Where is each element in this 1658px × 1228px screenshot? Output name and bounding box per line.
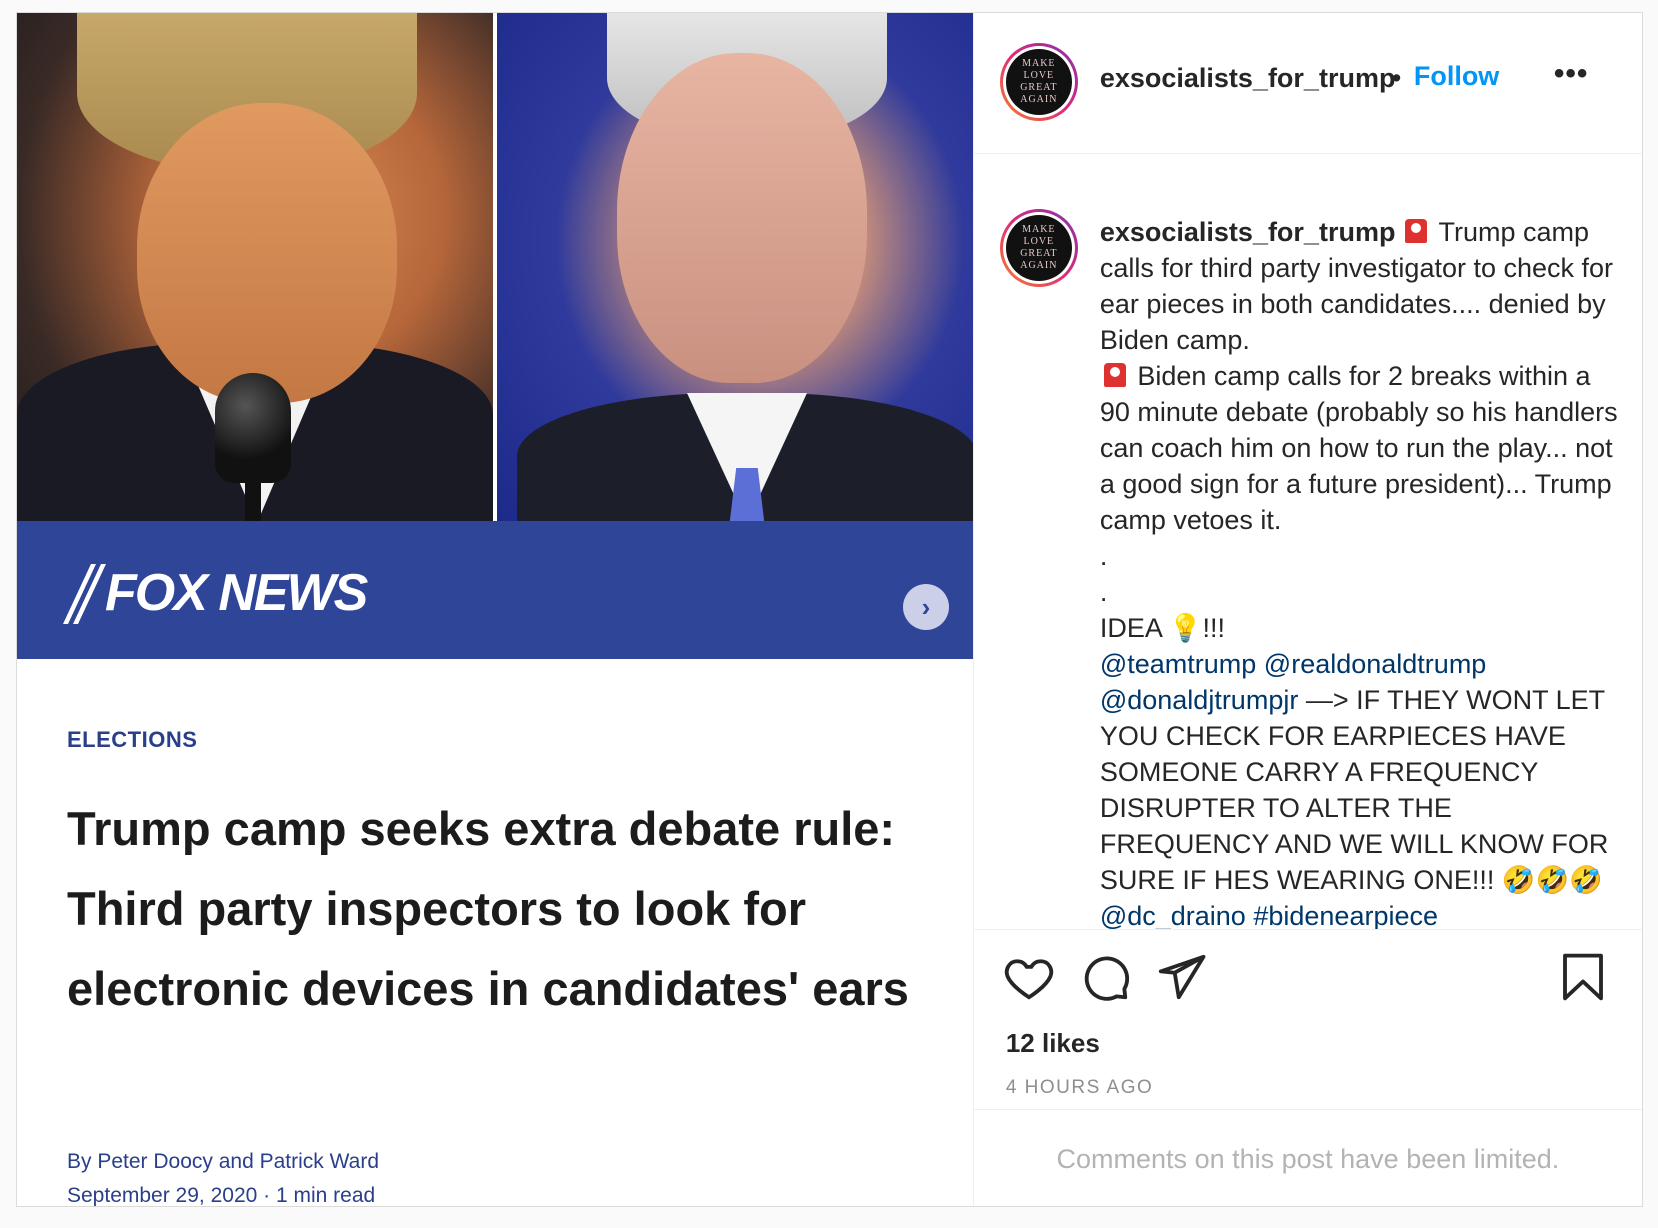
brand-text: FOX NEWS	[105, 564, 368, 622]
microphone-stem	[245, 473, 261, 521]
separator-dot: •	[1391, 63, 1402, 93]
caption-dot: .	[1099, 577, 1108, 607]
photo-left	[17, 13, 493, 521]
avatar-text: GREAT	[1020, 248, 1058, 259]
siren-emoji	[1103, 363, 1126, 387]
avatar-text: AGAIN	[1020, 260, 1058, 271]
avatar-logo: MAKE LOVE GREAT AGAIN	[1005, 215, 1072, 281]
fox-news-logo: FOX NEWS	[63, 563, 368, 624]
news-banner: FOX NEWS ›	[17, 521, 973, 659]
face-shape	[137, 103, 397, 403]
avatar-text: AGAIN	[1020, 94, 1058, 105]
mention-link[interactable]: @dc_draino	[1100, 901, 1246, 929]
avatar-text: MAKE	[1022, 224, 1056, 235]
article-byline: By Peter Doocy and Patrick Ward Septembe…	[67, 1145, 379, 1206]
post-header: MAKE LOVE GREAT AGAIN exsocialists_for_t…	[973, 13, 1642, 154]
lightbulb-emoji: 💡	[1168, 613, 1203, 643]
heart-icon[interactable]	[1002, 950, 1056, 1004]
article-category: ELECTIONS	[67, 727, 198, 752]
post-actions: 12 likes 4 HOURS AGO	[973, 929, 1642, 1109]
caption-area: MAKE LOVE GREAT AGAIN exsocialists_for_t…	[974, 154, 1642, 929]
photo-collage	[17, 13, 973, 521]
likes-count[interactable]: 12 likes	[1006, 1028, 1100, 1059]
instagram-post: FOX NEWS › ELECTIONS Trump camp seeks ex…	[16, 12, 1643, 1207]
article-authors: By Peter Doocy and Patrick Ward	[67, 1150, 380, 1173]
mention-link[interactable]: @teamtrump	[1100, 649, 1256, 679]
avatar-text: MAKE	[1022, 58, 1056, 69]
avatar-ring: MAKE LOVE GREAT AGAIN	[1002, 46, 1075, 118]
article-dateline: September 29, 2020 · 1 min read	[67, 1184, 376, 1206]
siren-emoji	[1405, 219, 1428, 243]
avatar-text: GREAT	[1020, 82, 1058, 93]
share-icon[interactable]	[1154, 950, 1208, 1004]
comment-icon[interactable]	[1078, 950, 1132, 1004]
caption-avatar[interactable]: MAKE LOVE GREAT AGAIN	[999, 209, 1078, 287]
article-headline: Trump camp seeks extra debate rule: Thir…	[67, 802, 909, 1015]
author-username[interactable]: exsocialists_for_trump	[1100, 63, 1396, 94]
fox-logo-mark	[63, 564, 106, 624]
avatar[interactable]: MAKE LOVE GREAT AGAIN	[999, 43, 1078, 121]
mention-link[interactable]: @donaldjtrumpjr	[1100, 685, 1299, 715]
article-preview: ELECTIONS Trump camp seeks extra debate …	[17, 659, 973, 1206]
caption-idea: IDEA	[1099, 613, 1162, 643]
photo-divider	[493, 13, 497, 521]
post-media: FOX NEWS › ELECTIONS Trump camp seeks ex…	[17, 13, 974, 1206]
face-shape	[617, 53, 867, 383]
more-options-icon[interactable]: •••	[1554, 57, 1589, 91]
avatar-ring: MAKE LOVE GREAT AGAIN	[1002, 212, 1075, 284]
caption-username[interactable]: exsocialists_for_trump	[1100, 217, 1396, 247]
avatar-text: LOVE	[1023, 236, 1055, 247]
next-slide-button[interactable]: ›	[903, 584, 949, 630]
hashtag-link[interactable]: #bidenearpiece	[1253, 901, 1438, 929]
caption-dot: .	[1099, 541, 1108, 571]
chevron-right-icon: ›	[921, 591, 931, 622]
microphone-icon	[215, 373, 291, 483]
caption-paragraph-2: Biden camp calls for 2 breaks within a 9…	[1099, 361, 1618, 535]
comments-limited-notice: Comments on this post have been limited.	[973, 1109, 1642, 1208]
mention-link[interactable]: @realdonaldtrump	[1264, 649, 1487, 679]
caption-idea-suffix: !!!	[1202, 613, 1226, 643]
post-caption: exsocialists_for_trump Trump camp calls …	[1100, 214, 1620, 929]
photo-right	[497, 13, 973, 521]
post-sidebar: MAKE LOVE GREAT AGAIN exsocialists_for_t…	[973, 13, 1642, 1208]
avatar-text: LOVE	[1023, 70, 1055, 81]
follow-button[interactable]: Follow	[1414, 61, 1499, 92]
post-timestamp[interactable]: 4 HOURS AGO	[1006, 1077, 1153, 1099]
avatar-logo: MAKE LOVE GREAT AGAIN	[1005, 49, 1072, 115]
bookmark-icon[interactable]	[1556, 950, 1610, 1004]
caption-paragraph-3: —> IF THEY WONT LET YOU CHECK FOR EARPIE…	[1099, 685, 1609, 895]
